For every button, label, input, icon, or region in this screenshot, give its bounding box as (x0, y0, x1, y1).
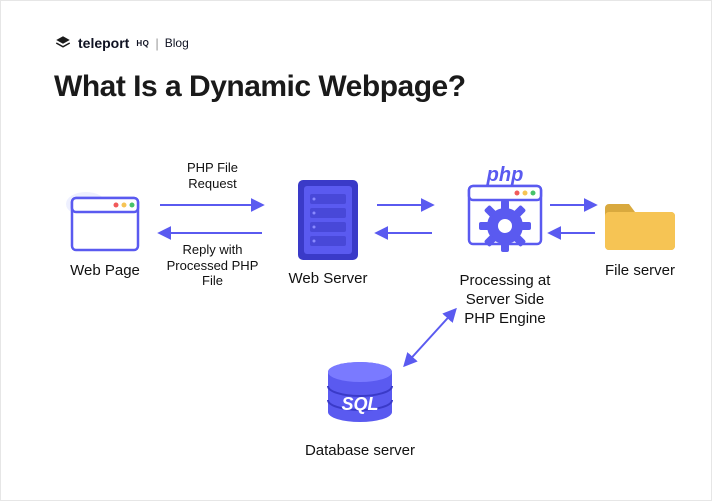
edge-label-reply: Reply with Processed PHP File (155, 242, 270, 289)
sql-badge: SQL (341, 394, 378, 414)
brand-logo: teleport HQ | Blog (54, 34, 189, 52)
logo-section: Blog (165, 36, 189, 50)
node-label: Web Page (70, 262, 140, 281)
node-web-page: Web Page (60, 190, 150, 281)
node-label: Processing at Server Side PHP Engine (460, 272, 551, 328)
folder-icon (601, 190, 679, 254)
database-icon: SQL (320, 360, 400, 434)
node-file-server: File server (595, 190, 685, 281)
browser-window-icon (66, 190, 144, 254)
node-database-server: SQL Database server (290, 360, 430, 461)
node-web-server: Web Server (283, 178, 373, 289)
php-badge: php (486, 166, 524, 186)
logo-icon (54, 34, 72, 52)
logo-text: teleport (78, 35, 129, 51)
node-php-engine: php Processing at Server Side PHP Engine (440, 166, 570, 328)
node-label: Database server (305, 442, 415, 461)
gear-window-icon: php (459, 166, 551, 264)
node-label: Web Server (289, 270, 368, 289)
logo-divider: | (155, 36, 158, 51)
server-tower-icon (294, 178, 362, 262)
page-title: What Is a Dynamic Webpage? (54, 70, 466, 104)
node-label: File server (605, 262, 675, 281)
logo-subtext: HQ (136, 39, 149, 48)
edge-label-request: PHP File Request (165, 160, 260, 191)
